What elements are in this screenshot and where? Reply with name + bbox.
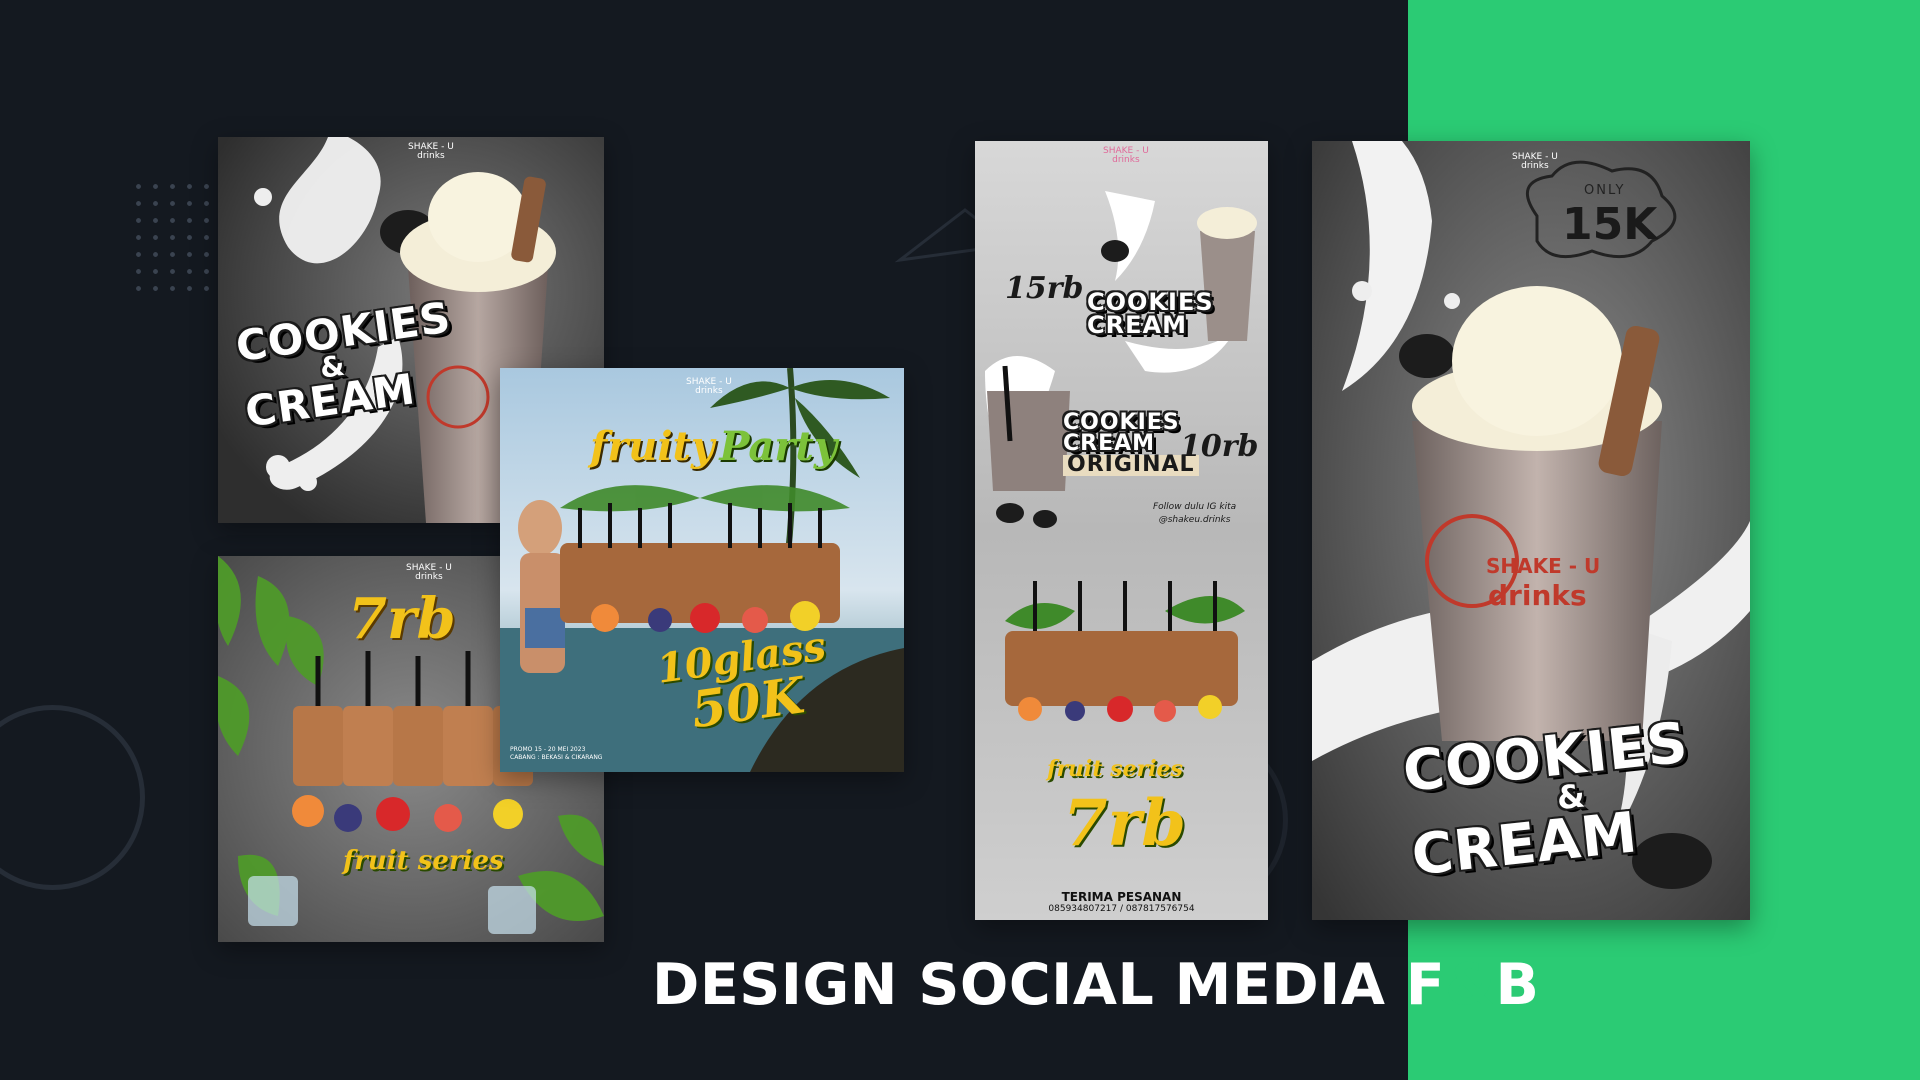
cookies-cream-story-post: SHAKE - Udrinks ONLY 15K SHAKE - U drink…	[1312, 141, 1750, 920]
fruity-party-post: SHAKE - Udrinks fruity Party 10glass 50K…	[500, 368, 904, 772]
brand-logo: SHAKE - Udrinks	[686, 377, 732, 396]
order-label: TERIMA PESANAN	[1061, 890, 1182, 904]
brand-logo: SHAKE - Udrinks	[1512, 152, 1558, 171]
brand-logo: SHAKE - Udrinks	[406, 563, 452, 582]
price-bottom: 7rb	[1063, 786, 1186, 861]
ring-decoration	[0, 705, 145, 890]
price-top: 15rb	[1005, 271, 1084, 306]
brand-logo: SHAKE - Udrinks	[408, 142, 454, 161]
cookies-cream-title-top: COOKIES CREAM	[1087, 288, 1214, 339]
price-mid: 10rb	[1180, 429, 1259, 464]
phone-numbers: 085934807217 / 087817576754	[1048, 904, 1195, 914]
brand-logo: SHAKE - Udrinks	[1103, 146, 1149, 165]
cup-brand-line2: drinks	[1488, 579, 1587, 612]
series-label: fruit series	[1047, 756, 1183, 782]
page-headline: DESIGN SOCIAL MEDIA F&B	[652, 952, 1540, 1018]
price-label: 7rb	[348, 586, 456, 652]
menu-story-post: SHAKE - Udrinks 15rb COOKIES CREAM COOKIE…	[975, 141, 1268, 920]
cup-brand-line1: SHAKE - U	[1486, 554, 1601, 578]
price-badge: 15K	[1562, 199, 1658, 250]
cookies-cream-original-title: COOKIES CREAM ORIGINAL	[1063, 412, 1199, 476]
follow-instagram: Follow dulu IG kita @shakeu.drinks	[1153, 502, 1237, 525]
promo-dates: PROMO 15 - 20 MEI 2023 CABANG : BEKASI &…	[510, 746, 603, 761]
series-label: fruit series	[343, 846, 504, 876]
fruity-party-title: fruity Party	[590, 423, 838, 470]
only-badge: ONLY	[1584, 183, 1626, 198]
